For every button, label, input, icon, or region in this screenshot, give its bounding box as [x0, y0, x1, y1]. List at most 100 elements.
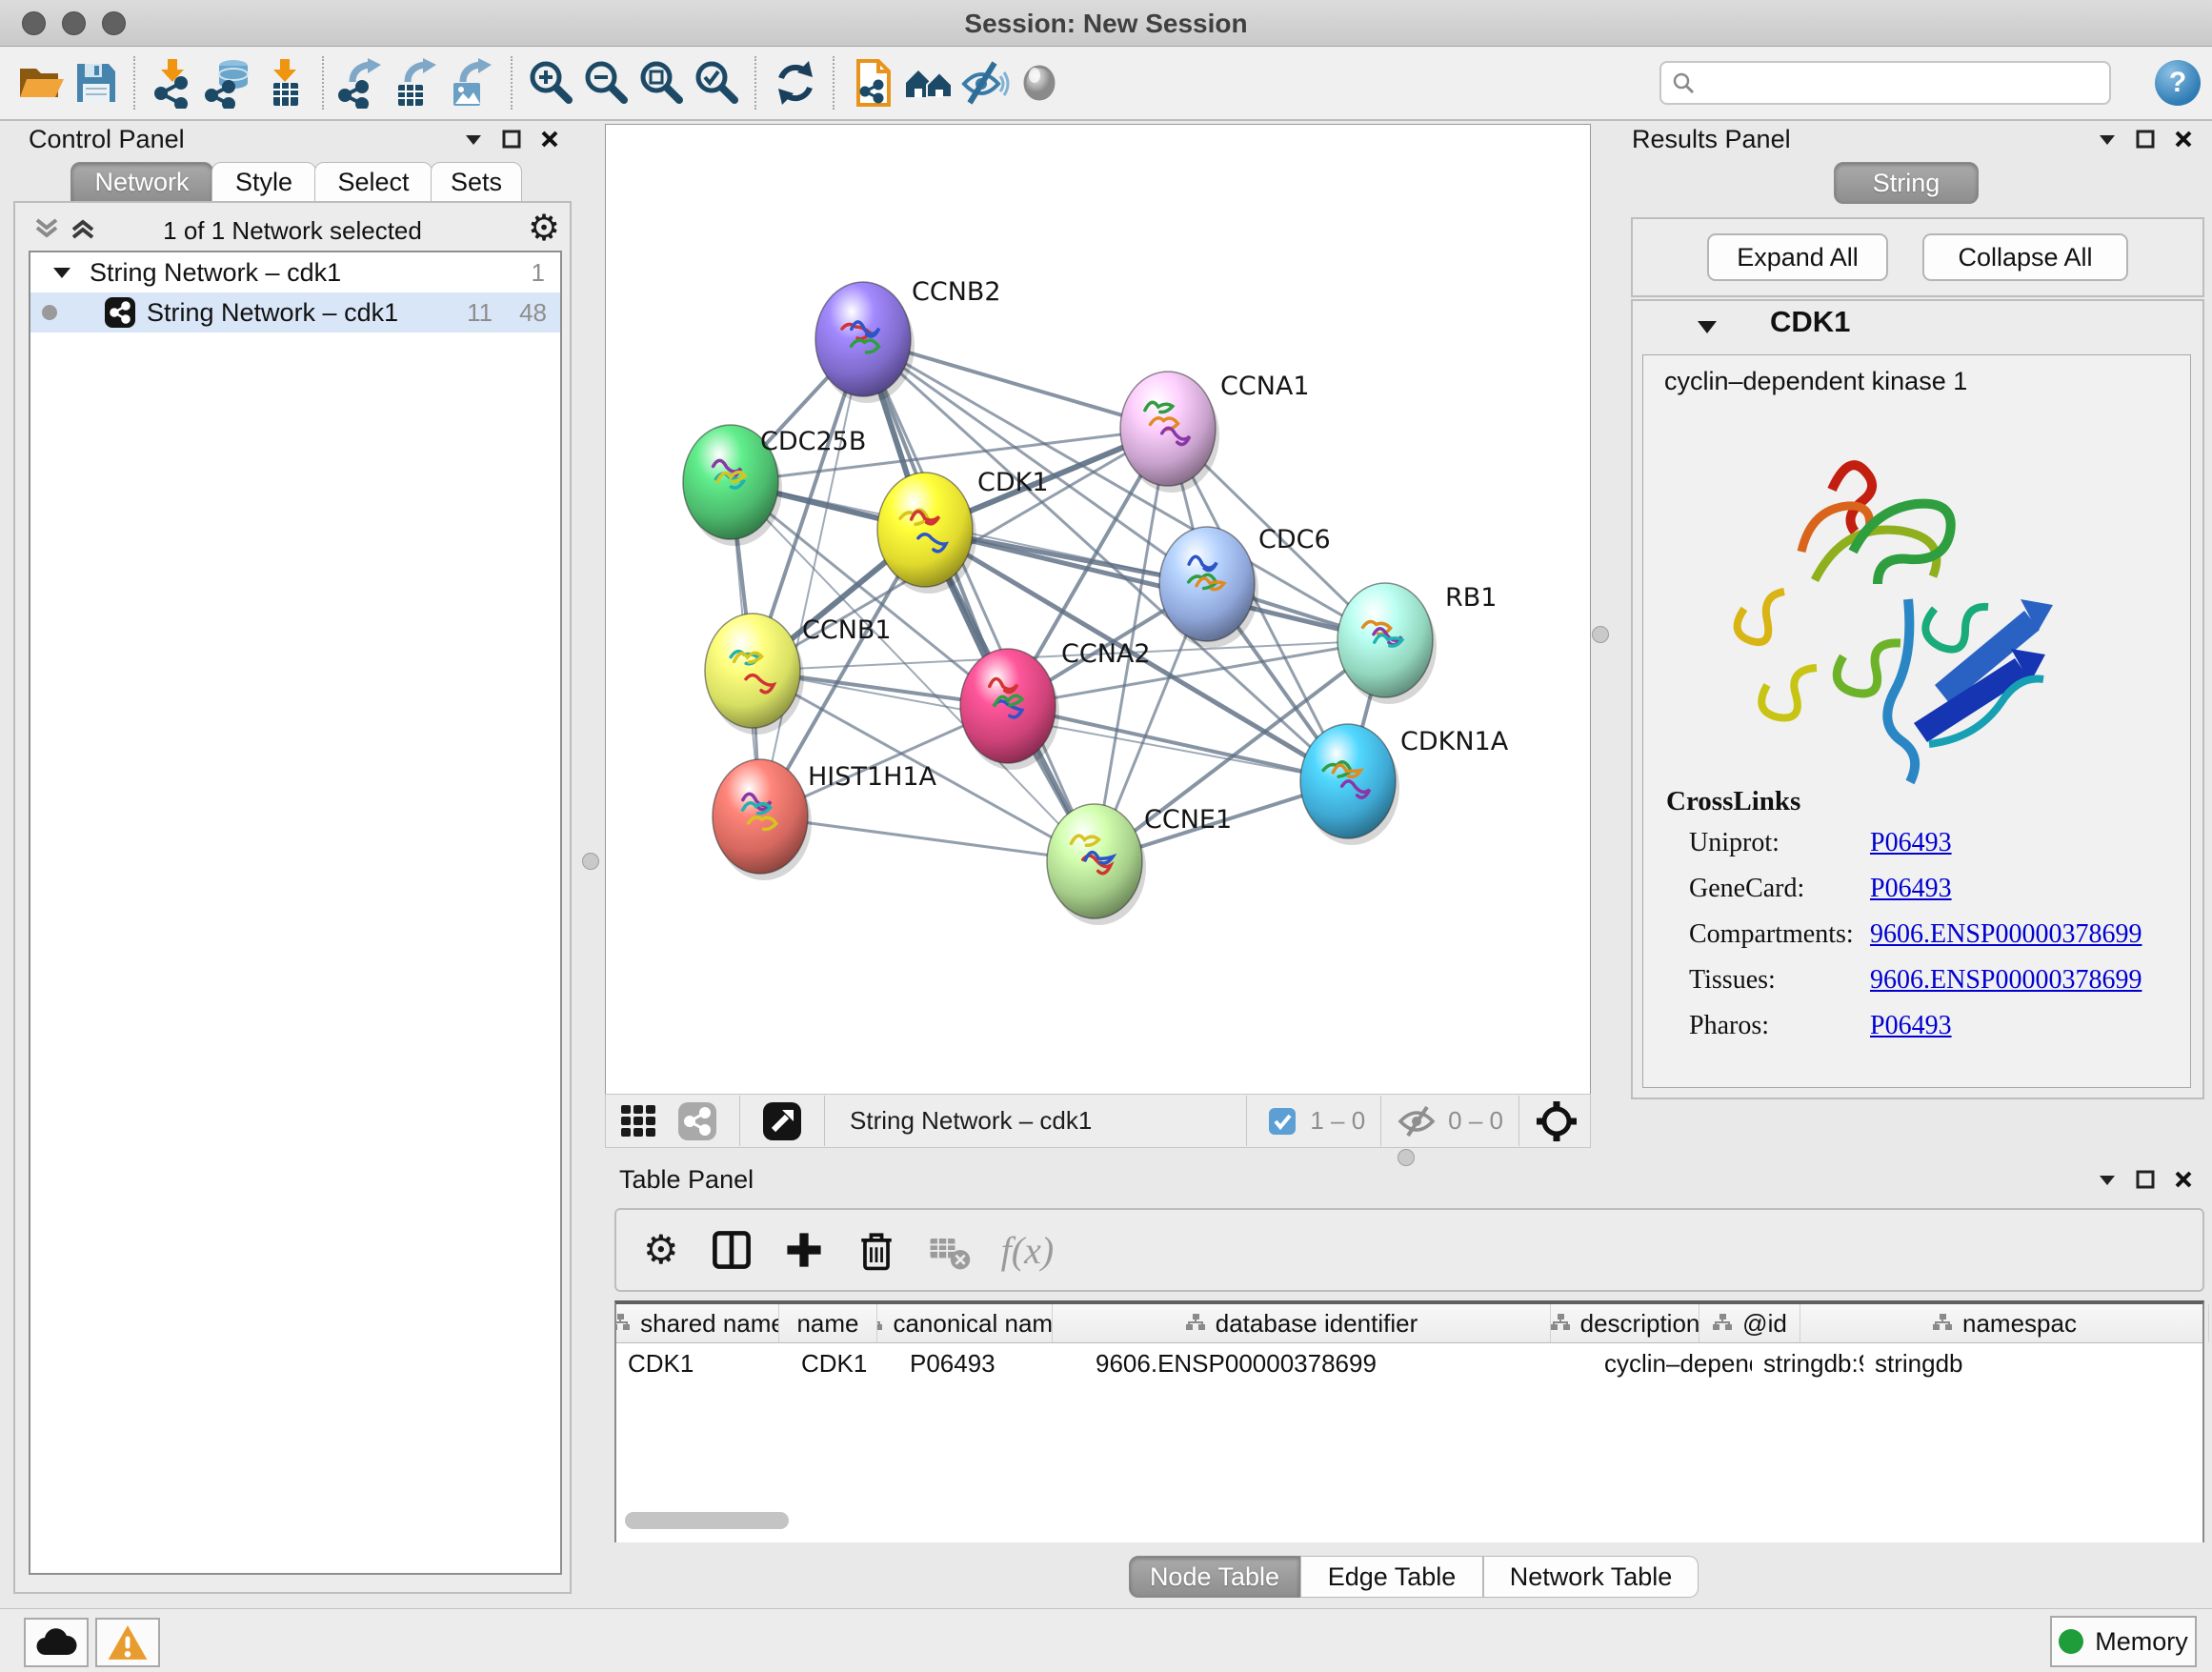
create-column-icon[interactable] [780, 1226, 828, 1274]
panel-close-icon[interactable] [2167, 125, 2200, 153]
network-collection-count: 1 [532, 258, 545, 288]
table-row[interactable]: CDK1CDK1P064939606.ENSP00000378699cyclin… [616, 1343, 2202, 1383]
table-cell[interactable]: CDK1 [616, 1343, 790, 1383]
import-file-network-icon[interactable] [846, 55, 901, 111]
network-canvas[interactable]: CCNB2CCNA1CDC25BCDK1CDC6RB1CCNB1CCNA2CDK… [605, 124, 1591, 1096]
tree-expand-icon[interactable] [51, 265, 72, 280]
network-node-CDK1[interactable] [877, 473, 973, 587]
network-collection-row[interactable]: String Network – cdk1 1 [30, 252, 560, 292]
table-cell[interactable]: P06493 [898, 1343, 1084, 1383]
hide-selection-icon[interactable] [956, 55, 1012, 111]
toolbar-separator [1246, 1096, 1247, 1146]
import-network-file-icon[interactable] [147, 55, 202, 111]
crosslink-row: GeneCard:P06493 [1689, 874, 2184, 904]
column-type-icon [1551, 1309, 1571, 1339]
gear-icon[interactable]: ⚙ [528, 211, 560, 247]
memory-label: Memory [2095, 1627, 2188, 1657]
toolbar-separator [833, 56, 836, 110]
column-header-canonical-name[interactable]: canonical name [877, 1304, 1053, 1342]
panel-float-icon[interactable] [2129, 1165, 2162, 1194]
crosslink-label: Compartments: [1689, 919, 1870, 950]
network-node-RB1[interactable] [1337, 583, 1433, 697]
expand-all-button[interactable]: Expand All [1707, 233, 1888, 281]
panel-float-icon[interactable] [495, 125, 528, 153]
section-collapse-icon[interactable] [1696, 318, 1719, 339]
search-input[interactable] [1659, 61, 2111, 105]
update-icon[interactable] [768, 55, 823, 111]
tab-network[interactable]: Network [70, 162, 213, 203]
zoom-in-icon[interactable] [524, 55, 579, 111]
right-splitter-handle[interactable] [1592, 626, 1609, 643]
tab-edge-table[interactable]: Edge Table [1300, 1556, 1483, 1598]
show-all-icon[interactable] [1012, 55, 1067, 111]
table-cell[interactable]: stringdb:9... [1752, 1343, 1863, 1383]
tab-node-table[interactable]: Node Table [1129, 1556, 1300, 1598]
table-cell[interactable]: stringdb [1863, 1343, 2212, 1383]
table-cell[interactable]: CDK1 [790, 1343, 898, 1383]
crosslink-value-link[interactable]: P06493 [1870, 828, 1952, 858]
tab-select[interactable]: Select [314, 162, 432, 203]
collapse-all-button[interactable]: Collapse All [1922, 233, 2128, 281]
birdseye-view-icon[interactable] [761, 1100, 803, 1142]
search-field[interactable] [1696, 69, 2081, 97]
memory-button[interactable]: Memory [2050, 1616, 2197, 1667]
crosslink-label: GeneCard: [1689, 874, 1870, 904]
panel-close-icon[interactable] [2167, 1165, 2200, 1194]
crosslink-value-link[interactable]: 9606.ENSP00000378699 [1870, 965, 2142, 996]
help-button[interactable]: ? [2155, 60, 2201, 106]
crosslink-value-link[interactable]: P06493 [1870, 1011, 1952, 1041]
export-image-icon[interactable] [446, 55, 501, 111]
crosslink-value-link[interactable]: P06493 [1870, 874, 1952, 904]
panel-close-icon[interactable] [533, 125, 566, 153]
tab-style[interactable]: Style [211, 162, 316, 203]
column-header--id[interactable]: @id [1699, 1304, 1800, 1342]
network-node-CCNB1[interactable] [705, 614, 800, 728]
hidden-eye-icon[interactable] [1397, 1105, 1437, 1138]
crosslink-value-link[interactable]: 9606.ENSP00000378699 [1870, 919, 2142, 950]
warnings-button[interactable] [95, 1618, 160, 1667]
panel-menu-icon[interactable] [2091, 125, 2123, 153]
column-header-shared-name[interactable]: shared name [616, 1304, 779, 1342]
network-node-CDC6[interactable] [1159, 527, 1255, 641]
network-node-CCNE1[interactable] [1047, 804, 1142, 918]
zoom-out-icon[interactable] [579, 55, 634, 111]
panel-float-icon[interactable] [2129, 125, 2162, 153]
share-network-icon[interactable] [676, 1100, 718, 1142]
export-network-icon[interactable] [335, 55, 391, 111]
zoom-fit-icon[interactable] [634, 55, 690, 111]
delete-column-icon[interactable] [853, 1226, 900, 1274]
grid-view-icon[interactable] [619, 1101, 659, 1141]
search-icon [1671, 71, 1696, 95]
panel-menu-icon[interactable] [457, 125, 490, 153]
tab-sets[interactable]: Sets [431, 162, 522, 203]
table-cell[interactable]: 9606.ENSP00000378699 [1084, 1343, 1593, 1383]
node-description: cyclin–dependent kinase 1 [1664, 367, 1967, 396]
table-settings-gear-icon[interactable]: ⚙ [643, 1230, 679, 1270]
column-header-description[interactable]: description [1551, 1304, 1699, 1342]
column-header-database-identifier[interactable]: database identifier [1053, 1304, 1551, 1342]
save-session-icon[interactable] [69, 55, 124, 111]
panel-menu-icon[interactable] [2091, 1165, 2123, 1194]
show-columns-icon[interactable] [708, 1226, 755, 1274]
tab-network-table[interactable]: Network Table [1483, 1556, 1699, 1598]
table-cell[interactable]: cyclin–dependent ... [1593, 1343, 1752, 1383]
column-header-namespac[interactable]: namespac [1800, 1304, 2209, 1342]
export-table-icon[interactable] [391, 55, 446, 111]
open-session-icon[interactable] [13, 55, 69, 111]
selected-checkbox-icon[interactable] [1268, 1107, 1297, 1136]
toolbar-separator [824, 1096, 825, 1146]
network-row-selected[interactable]: String Network – cdk1 11 48 [30, 292, 560, 332]
table-panel: Table Panel ⚙ f(x) shared namenamecanoni… [581, 1158, 2212, 1605]
import-table-icon[interactable] [257, 55, 312, 111]
horizontal-scrollbar-thumb[interactable] [625, 1512, 789, 1529]
column-header-name[interactable]: name [779, 1304, 877, 1342]
zoom-selected-icon[interactable] [690, 55, 745, 111]
toolbar-separator [754, 56, 758, 110]
cloud-button[interactable] [24, 1618, 89, 1667]
import-network-database-icon[interactable] [202, 55, 257, 111]
home-icon[interactable] [901, 55, 956, 111]
node-results-box: CDK1 cyclin–dependent kinase 1 Cross [1631, 299, 2204, 1099]
tab-string[interactable]: String [1834, 162, 1979, 204]
left-splitter-handle[interactable] [582, 853, 599, 870]
fit-selection-crosshair-icon[interactable] [1535, 1099, 1579, 1143]
